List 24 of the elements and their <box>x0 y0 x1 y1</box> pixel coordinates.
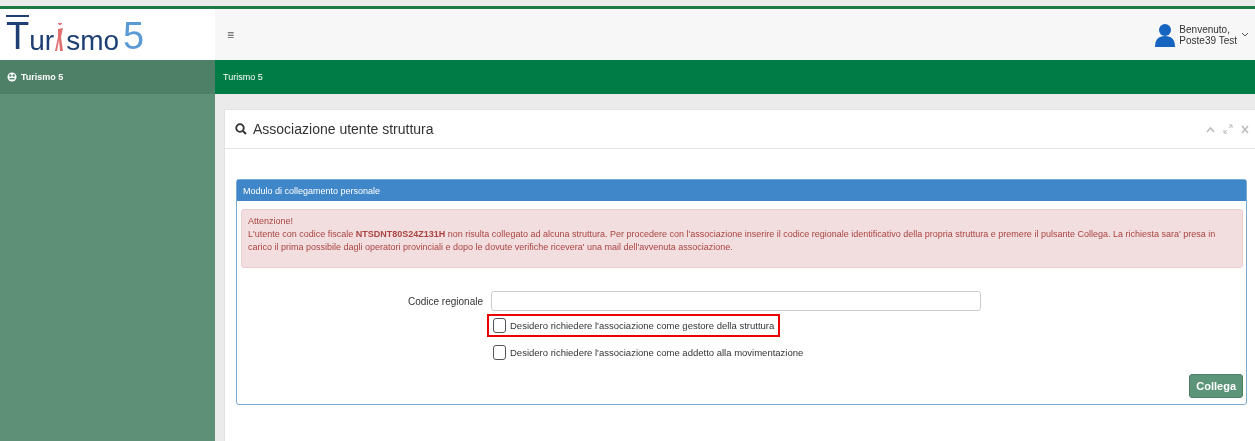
checkbox[interactable] <box>493 345 506 360</box>
chevron-down-icon[interactable] <box>1241 31 1249 38</box>
alert-text: L'utente con codice fiscale NTSDNT80S24Z131H non risulta collegato ad alcuna struttura. Per procedere con l'associazione inserire il codice regionale identificativo della propria struttura e premere il pulsante Collega. La richiesta sara' presa in carico il prima possibile dagli operatori provinciali e dopo le dovute verifiche ricevera' una mail dell'avvenuta associazione. <box>248 228 1217 254</box>
user-name[interactable]: Poste39 Test <box>1179 34 1237 46</box>
close-icon[interactable] <box>1241 124 1249 134</box>
form-title: Modulo di collegamento personale <box>237 180 1246 201</box>
checkbox-label: Desidero richiedere l'associazione come gestore della struttura <box>510 320 775 331</box>
breadcrumb-bar: Turismo 5 <box>215 60 1255 94</box>
expand-icon[interactable] <box>1223 124 1233 134</box>
checkbox-label: Desidero richiedere l'associazione come addetto alla movimentazione <box>510 347 804 358</box>
collega-button[interactable]: Collega <box>1189 374 1243 398</box>
alert-title: Attenzione! <box>248 215 295 228</box>
menu-icon[interactable]: ≡ <box>227 27 234 42</box>
input-field[interactable] <box>491 291 981 311</box>
logo: Tur smo 5 <box>5 14 146 55</box>
user-avatar-icon <box>1155 22 1176 47</box>
collapse-icon[interactable] <box>1206 125 1215 133</box>
search-icon <box>235 123 247 135</box>
greeting: Benvenuto, <box>1179 23 1231 35</box>
face-icon <box>7 72 17 82</box>
sidebar-item[interactable]: Turismo 5 <box>0 60 215 94</box>
checkbox[interactable] <box>493 318 506 333</box>
panel-title: Associazione utente struttura <box>253 121 434 137</box>
field-label: Codice regionale <box>406 295 484 307</box>
